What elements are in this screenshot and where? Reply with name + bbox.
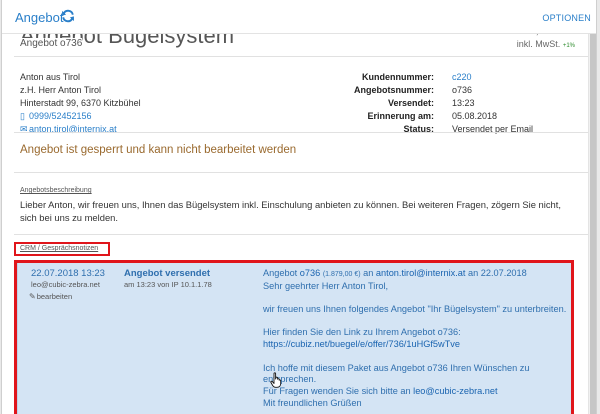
vat-badge: +1%: [562, 43, 575, 49]
edit-label: bearbeiten: [36, 292, 73, 301]
note-date: 22.07.2018 13:23: [31, 268, 105, 279]
offer-link[interactable]: o736: [300, 268, 320, 278]
customer-email-link[interactable]: ✉anton.tirol@internix.at: [20, 123, 141, 136]
offer-number-subtitle: Angebot o736: [20, 38, 83, 49]
refresh-icon[interactable]: [61, 8, 75, 24]
info-key: Erinnerung am:: [367, 111, 434, 121]
offer-modal: Angebot OPTIONEN Angebot Bügelsystem Ang…: [1, 0, 597, 414]
info-row-status: Status: Versendet per Email: [292, 123, 533, 136]
info-key: Versendet:: [387, 98, 434, 108]
locked-warning: Angebot ist gesperrt und kann nicht bear…: [20, 144, 297, 156]
message-line: Sehr geehrter Herr Anton Tirol,: [263, 280, 389, 291]
info-value: o736: [452, 85, 473, 95]
pencil-icon: ✎: [29, 292, 36, 301]
info-value: 05.08.2018: [452, 111, 498, 121]
msg-line6-prefix: Für Fragen wenden Sie sich bitte an: [263, 385, 411, 396]
customer-phone-link[interactable]: ▯ 0999/52452156: [20, 110, 141, 123]
info-value: 13:23: [452, 98, 475, 108]
msg-amount: (1.879,00 €): [322, 271, 361, 278]
note-body: 22.07.2018 13:23 leo@cubic-zebra.net ✎be…: [17, 263, 571, 414]
vat-label: inkl. MwSt.: [516, 39, 561, 49]
offer-info-table: Kundennummer: c220 Angebotsnummer: o736 Ve…: [292, 71, 533, 136]
crm-heading[interactable]: CRM / Gesprächsnotizen: [20, 245, 98, 252]
hand-cursor-icon: [270, 372, 282, 388]
scrollbar[interactable]: [588, 34, 596, 414]
info-key: Angebotsnummer:: [353, 85, 434, 95]
note-status: Angebot versendet: [124, 268, 211, 279]
info-key: Status:: [403, 124, 434, 134]
msg-prefix: Angebot: [263, 268, 298, 278]
sender-email-link[interactable]: leo@cubic-zebra.net: [413, 386, 497, 396]
recipient-email-link[interactable]: anton.tirol@internix.at: [376, 268, 466, 278]
description-heading: Angebotsbeschreibung: [20, 187, 92, 194]
msg-an: an: [363, 268, 374, 278]
modal-header: Angebot OPTIONEN: [2, 0, 596, 34]
info-row-reminder: Erinnerung am: 05.08.2018: [292, 110, 533, 123]
info-row-offer-number: Angebotsnummer: o736: [292, 84, 533, 97]
modal-title: Angebot: [15, 10, 64, 25]
vat-note: inkl. MwSt. +1%: [516, 39, 575, 49]
note-author: leo@cubic-zebra.net: [31, 280, 100, 289]
options-menu-button[interactable]: OPTIONEN: [542, 13, 591, 23]
info-value: Versendet per Email: [452, 124, 534, 134]
crm-note-entry: 22.07.2018 13:23 leo@cubic-zebra.net ✎be…: [14, 260, 574, 414]
divider: [14, 172, 588, 173]
divider: [14, 234, 588, 235]
note-ip: am 13:23 von IP 10.1.1.78: [124, 280, 212, 289]
customer-name: Anton aus Tirol: [20, 72, 81, 82]
msg-date: an 22.07.2018: [468, 268, 527, 278]
message-line: Ich hoffe mit diesem Paket aus Angebot o…: [263, 362, 530, 385]
note-message: Angebot o736 (1.879,00 €) an anton.tirol…: [263, 268, 568, 409]
divider: [14, 132, 588, 133]
customer-address-block: Anton aus Tirol z.H. Herr Anton Tirol Hi…: [20, 71, 141, 136]
offer-url-link[interactable]: https://cubiz.net/buegel/e/offer/736/1uH…: [263, 339, 568, 351]
message-line: Hier finden Sie den Link zu Ihrem Angebo…: [263, 327, 461, 338]
scrollbar-thumb[interactable]: [590, 34, 596, 414]
description-text: Lieber Anton, wir freuen uns, Ihnen das …: [20, 199, 561, 223]
customer-attn: z.H. Herr Anton Tirol: [20, 85, 102, 95]
edit-note-button[interactable]: ✎bearbeiten: [29, 292, 72, 301]
info-row-sent: Versendet: 13:23: [292, 97, 533, 110]
message-line: Für Fragen wenden Sie sich bitte an leo@…: [263, 386, 568, 398]
message-line: wir freuen uns Ihnen folgendes Angebot "…: [263, 304, 567, 315]
divider: [14, 56, 588, 57]
envelope-icon: ✉: [20, 124, 28, 134]
phone-icon: ▯: [20, 111, 25, 121]
message-line: Mit freundlichen Grüßen: [263, 397, 362, 408]
info-row-customer-number: Kundennummer: c220: [292, 71, 533, 84]
customer-phone: 0999/52452156: [29, 111, 92, 121]
message-header-line: Angebot o736 (1.879,00 €) an anton.tirol…: [263, 268, 568, 281]
info-key: Kundennummer:: [362, 72, 434, 82]
customer-street: Hinterstadt 99, 6370 Kitzbühel: [20, 98, 141, 108]
customer-number-link[interactable]: c220: [452, 71, 472, 84]
